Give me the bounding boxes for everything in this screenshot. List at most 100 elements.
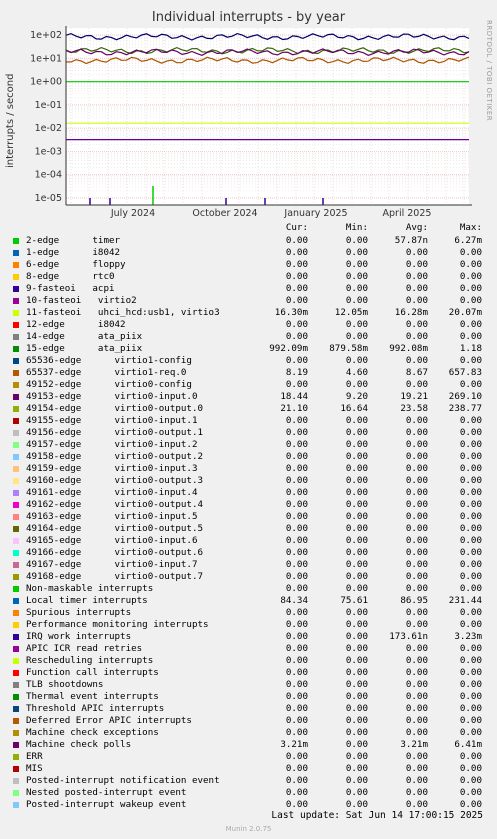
- legend-cur: 0.00: [285, 463, 308, 474]
- legend-avg: 0.00: [405, 271, 428, 282]
- legend-min: 0.00: [345, 655, 368, 666]
- legend-swatch: [13, 694, 19, 700]
- legend-cur: 0.00: [285, 271, 308, 282]
- legend-avg: 0.00: [405, 427, 428, 438]
- legend-max: 0.00: [459, 787, 482, 798]
- legend-swatch: [13, 598, 19, 604]
- legend-max: 1.18: [459, 343, 482, 354]
- legend-header: Cur: Min: Avg: Max:: [12, 222, 492, 234]
- legend-max: 0.00: [459, 499, 482, 510]
- legend-row: 12-edge i8042 0.00 0.00 0.00 0.00: [12, 319, 492, 331]
- legend-row: 49168-edge virtio0-output.7 0.00 0.00 0.00 0…: [12, 571, 492, 583]
- legend-name: 12-edge i8042: [26, 319, 126, 330]
- legend-avg: 992.08m: [389, 343, 428, 354]
- legend-cur: 0.00: [285, 235, 308, 246]
- header-min: Min:: [345, 222, 368, 233]
- legend-cur: 0.00: [285, 631, 308, 642]
- legend-avg: 0.00: [405, 331, 428, 342]
- legend-max: 0.00: [459, 571, 482, 582]
- legend-row: 8-edge rtc0 0.00 0.00 0.00 0.00: [12, 271, 492, 283]
- legend-min: 0.00: [345, 751, 368, 762]
- legend-cur: 0.00: [285, 523, 308, 534]
- legend-row: 49166-edge virtio0-output.6 0.00 0.00 0.00 0…: [12, 547, 492, 559]
- legend-max: 238.77: [448, 403, 482, 414]
- legend-min: 0.00: [345, 415, 368, 426]
- legend-avg: 0.00: [405, 643, 428, 654]
- legend-swatch: [13, 526, 19, 532]
- legend-max: 231.44: [448, 595, 482, 606]
- y-tick-label: 1e-03: [35, 146, 62, 157]
- legend-min: 0.00: [345, 235, 368, 246]
- legend-name: 49166-edge virtio0-output.6: [26, 547, 204, 558]
- legend-swatch: [13, 490, 19, 496]
- legend-name: 9-fasteoi acpi: [26, 283, 115, 294]
- legend-cur: 0.00: [285, 247, 308, 258]
- legend-swatch: [13, 346, 19, 352]
- legend-row: 49154-edge virtio0-output.0 21.10 16.64 23.…: [12, 403, 492, 415]
- legend-row: Threshold APIC interrupts 0.00 0.00 0.00 0.0…: [12, 703, 492, 715]
- legend-max: 0.00: [459, 427, 482, 438]
- legend-max: 0.00: [459, 763, 482, 774]
- legend-cur: 0.00: [285, 439, 308, 450]
- legend-row: 14-edge ata_piix 0.00 0.00 0.00 0.00: [12, 331, 492, 343]
- legend-max: 0.00: [459, 523, 482, 534]
- legend-name: 10-fasteoi virtio2: [26, 295, 137, 306]
- legend-cur: 0.00: [285, 511, 308, 522]
- legend-avg: 0.00: [405, 763, 428, 774]
- legend-avg: 0.00: [405, 751, 428, 762]
- legend-name: Function call interrupts: [26, 667, 159, 678]
- legend-min: 0.00: [345, 787, 368, 798]
- legend-swatch: [13, 574, 19, 580]
- y-tick-label: 1e-05: [35, 193, 62, 204]
- legend-cur: 0.00: [285, 619, 308, 630]
- legend-max: 0.00: [459, 319, 482, 330]
- legend-row: TLB shootdowns 0.00 0.00 0.00 0.00: [12, 679, 492, 691]
- legend-max: 0.00: [459, 727, 482, 738]
- legend-min: 75.61: [340, 595, 368, 606]
- legend-cur: 0.00: [285, 643, 308, 654]
- legend-min: 0.00: [345, 691, 368, 702]
- y-tick-label: 1e-01: [35, 100, 62, 111]
- legend-cur: 16.30m: [274, 307, 308, 318]
- x-tick-label: October 2024: [192, 208, 257, 219]
- legend-row: 49156-edge virtio0-output.1 0.00 0.00 0.00 0…: [12, 427, 492, 439]
- legend-max: 0.00: [459, 667, 482, 678]
- legend-cur: 0.00: [285, 379, 308, 390]
- legend-avg: 0.00: [405, 667, 428, 678]
- legend-name: 49167-edge virtio0-input.7: [26, 559, 198, 570]
- legend-name: 49155-edge virtio0-input.1: [26, 415, 198, 426]
- legend-avg: 0.00: [405, 775, 428, 786]
- legend-avg: 0.00: [405, 451, 428, 462]
- y-tick-label: 1e-04: [35, 170, 62, 181]
- legend-name: ERR: [26, 751, 43, 762]
- legend-swatch: [13, 274, 19, 280]
- legend-swatch: [13, 778, 19, 784]
- legend-row: Machine check polls 3.21m 0.00 3.21m 6.41m: [12, 739, 492, 751]
- legend-cur: 0.00: [285, 499, 308, 510]
- legend-swatch: [13, 562, 19, 568]
- legend-min: 0.00: [345, 703, 368, 714]
- legend-min: 0.00: [345, 583, 368, 594]
- legend-row: 1-edge i8042 0.00 0.00 0.00 0.00: [12, 247, 492, 259]
- legend-min: 9.20: [345, 391, 368, 402]
- legend-swatch: [13, 478, 19, 484]
- legend-max: 0.00: [459, 415, 482, 426]
- legend-cur: 0.00: [285, 751, 308, 762]
- legend-row: 49164-edge virtio0-output.5 0.00 0.00 0.00 0…: [12, 523, 492, 535]
- y-tick-label: 1e+01: [30, 53, 62, 64]
- legend-max: 0.00: [459, 715, 482, 726]
- y-tick-label: 1e+00: [30, 77, 62, 88]
- legend-cur: 0.00: [285, 667, 308, 678]
- legend-max: 269.10: [448, 391, 482, 402]
- legend-row: Nested posted-interrupt event 0.00 0.00 0.0…: [12, 787, 492, 799]
- legend-avg: 173.61n: [389, 631, 428, 642]
- legend-swatch: [13, 442, 19, 448]
- legend-cur: 0.00: [285, 715, 308, 726]
- legend-cur: 84.34: [280, 595, 308, 606]
- legend-row: Non-maskable interrupts 0.00 0.00 0.00 0.00: [12, 583, 492, 595]
- legend-name: 49152-edge virtio0-config: [26, 379, 192, 390]
- legend-min: 0.00: [345, 355, 368, 366]
- legend-cur: 0.00: [285, 259, 308, 270]
- legend-avg: 0.00: [405, 475, 428, 486]
- legend-row: 10-fasteoi virtio2 0.00 0.00 0.00 0.00: [12, 295, 492, 307]
